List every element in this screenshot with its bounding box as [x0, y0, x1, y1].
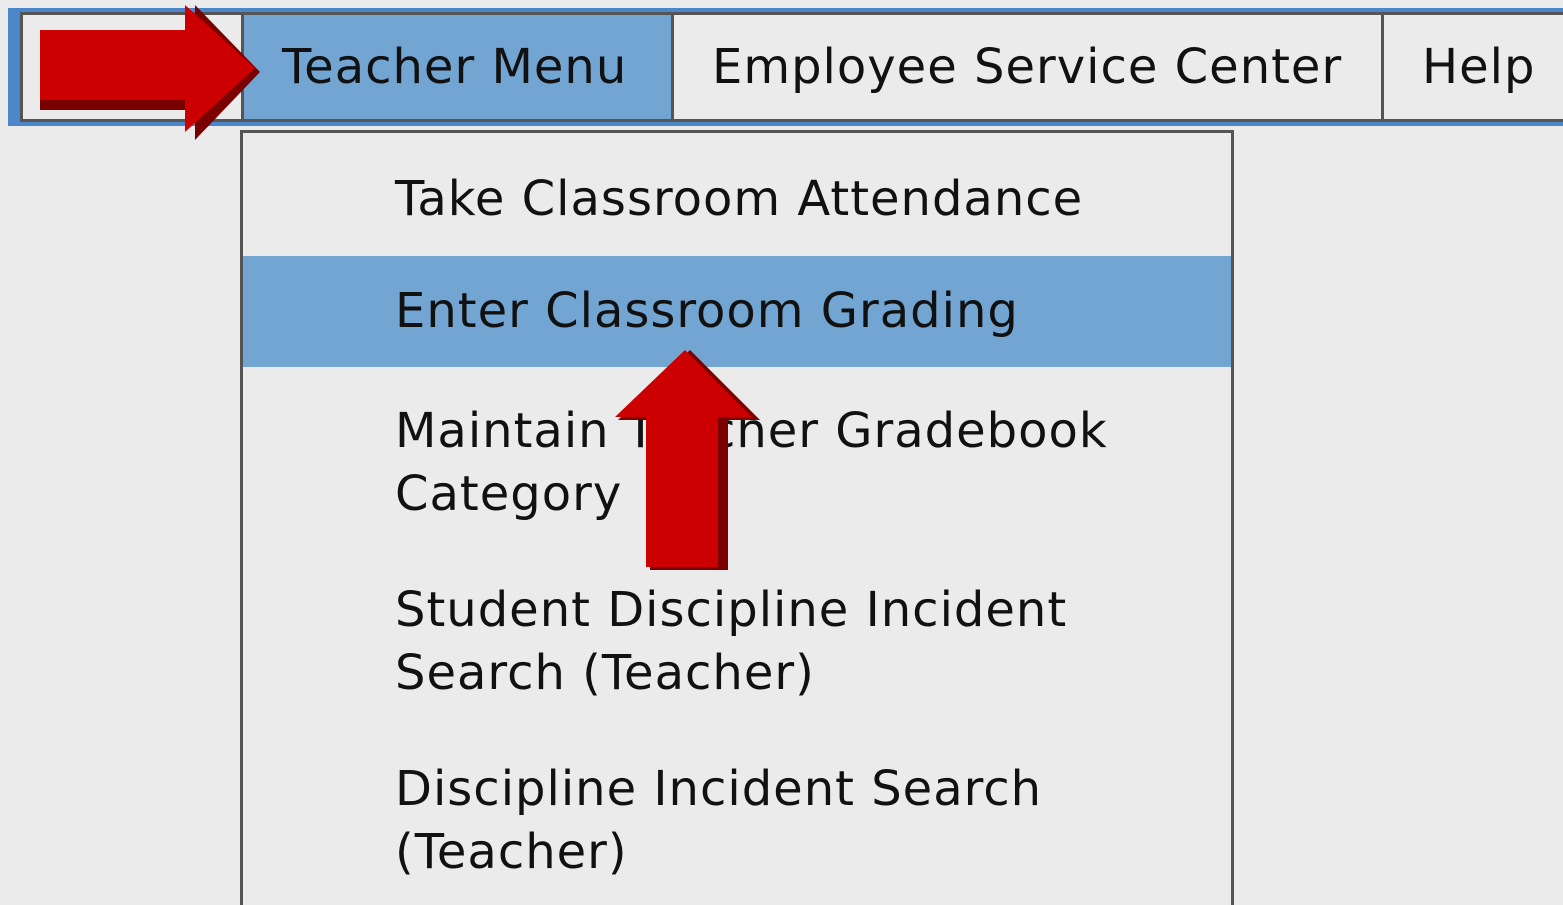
dropdown-item-label: Maintain Teacher Gradebook Category: [395, 403, 1108, 522]
dropdown-item-student-discipline-incident-search[interactable]: Student Discipline Incident Search (Teac…: [243, 579, 1231, 705]
dropdown-item-label: Enter Classroom Grading: [395, 283, 1019, 339]
menu-bar-inner: Teacher Menu Employee Service Center Hel…: [20, 12, 1563, 122]
menu-teacher-menu[interactable]: Teacher Menu: [241, 15, 671, 119]
menu-teacher-menu-label: Teacher Menu: [282, 39, 628, 95]
menu-help[interactable]: Help: [1381, 15, 1563, 119]
dropdown-item-discipline-incident-search[interactable]: Discipline Incident Search (Teacher): [243, 758, 1231, 884]
dropdown-item-label: Discipline Incident Search (Teacher): [395, 761, 1043, 880]
dropdown-item-maintain-teacher-gradebook-category[interactable]: Maintain Teacher Gradebook Category: [243, 400, 1231, 526]
dropdown-item-take-classroom-attendance[interactable]: Take Classroom Attendance: [243, 168, 1231, 231]
menu-bar-spacer: [23, 15, 241, 119]
menu-help-label: Help: [1422, 39, 1536, 95]
menu-employee-service-center-label: Employee Service Center: [712, 39, 1343, 95]
top-menu-bar: Teacher Menu Employee Service Center Hel…: [8, 8, 1563, 126]
teacher-menu-dropdown: Take Classroom Attendance Enter Classroo…: [240, 130, 1234, 905]
dropdown-item-enter-classroom-grading[interactable]: Enter Classroom Grading: [243, 256, 1231, 367]
dropdown-item-label: Take Classroom Attendance: [395, 171, 1084, 227]
dropdown-item-label: Student Discipline Incident Search (Teac…: [395, 582, 1068, 701]
menu-employee-service-center[interactable]: Employee Service Center: [671, 15, 1381, 119]
screenshot: Teacher Menu Employee Service Center Hel…: [0, 0, 1563, 905]
